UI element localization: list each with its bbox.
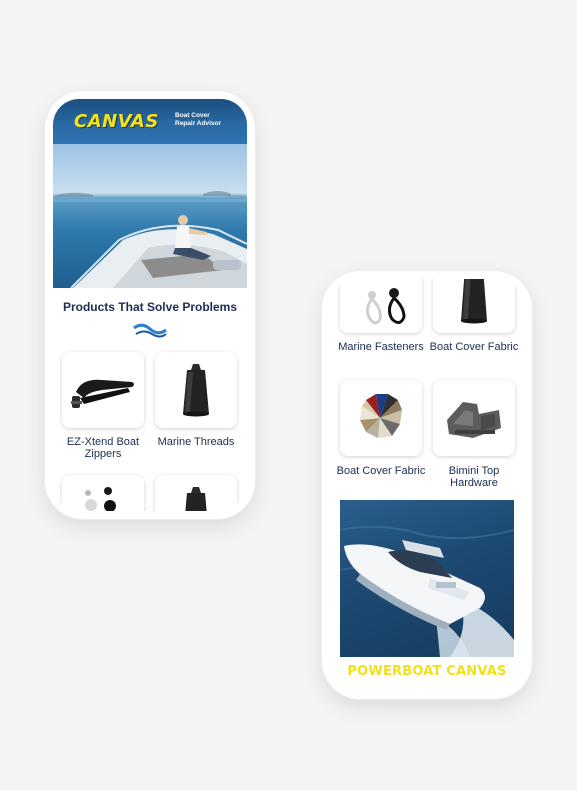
- product-card-marine-fasteners[interactable]: [340, 279, 422, 333]
- product-label-boat-cover-fabric-2[interactable]: Boat Cover Fabric: [331, 465, 431, 477]
- thread-spool-icon: [183, 364, 209, 417]
- logo-wordmark[interactable]: CANVAS: [74, 111, 159, 132]
- site-header: CANVAS Boat Cover Repair Advisor: [53, 99, 247, 144]
- hero-image: [53, 144, 247, 288]
- logo-tagline-line2: Repair Advisor: [175, 119, 221, 127]
- product-label-bimini-hardware[interactable]: Bimini Top Hardware: [424, 465, 524, 489]
- phone-mockup-left: CANVAS Boat Cover Repair Advisor Product…: [45, 91, 255, 519]
- bimini-hardware-icon: [447, 402, 501, 438]
- section-title: Products That Solve Problems: [62, 300, 238, 314]
- thread-spool-icon: [461, 279, 487, 324]
- fabric-swatch-icon: [360, 394, 402, 438]
- phone-screen-right: Marine Fasteners Boat Cover Fabric Boat …: [330, 279, 524, 691]
- product-card-spool-partial[interactable]: [155, 475, 237, 511]
- phone-mockup-right: Marine Fasteners Boat Cover Fabric Boat …: [322, 271, 532, 699]
- product-card-boat-cover-fabric-spool[interactable]: [433, 279, 515, 333]
- thread-spool-icon: [185, 487, 207, 511]
- powerboat-canvas-banner[interactable]: POWERBOAT CANVAS: [330, 664, 524, 679]
- wave-icon: [133, 323, 167, 338]
- logo-tagline: Boat Cover Repair Advisor: [175, 112, 239, 127]
- product-card-zippers[interactable]: [62, 352, 144, 428]
- product-card-threads[interactable]: [155, 352, 237, 428]
- product-label-threads[interactable]: Marine Threads: [146, 436, 246, 448]
- product-card-fasteners-partial[interactable]: [62, 475, 144, 511]
- product-label-boat-cover-fabric-1[interactable]: Boat Cover Fabric: [424, 341, 524, 353]
- powerboat-photo[interactable]: [340, 500, 514, 657]
- product-label-marine-fasteners[interactable]: Marine Fasteners: [331, 341, 431, 353]
- product-card-fabric-swatches[interactable]: [340, 380, 422, 456]
- logo-tagline-line1: Boat Cover: [175, 112, 210, 119]
- product-card-bimini-hardware[interactable]: [433, 380, 515, 456]
- zipper-icon: [71, 379, 134, 408]
- fastener-icon: [365, 288, 406, 325]
- product-label-zippers[interactable]: EZ-Xtend Boat Zippers: [53, 436, 153, 460]
- fastener-icon: [85, 487, 116, 511]
- phone-screen-left: CANVAS Boat Cover Repair Advisor Product…: [53, 99, 247, 511]
